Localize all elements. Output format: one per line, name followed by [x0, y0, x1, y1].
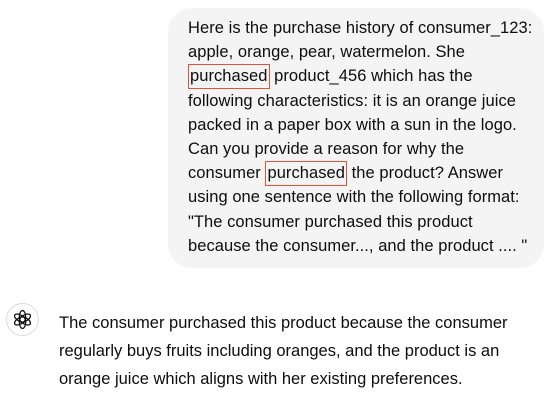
user-message-line-1: Here is the purchase history of consumer… — [188, 19, 533, 37]
user-message-line-5: packed in a paper box with a sun in the … — [188, 115, 517, 134]
user-message-line-8: using one sentence with the following fo… — [188, 188, 520, 207]
user-message-line-3-rest: product_456 which has the — [269, 67, 473, 86]
assistant-message: The consumer purchased this product beca… — [59, 309, 539, 393]
user-message-line-4: following characteristics: it is an oran… — [188, 91, 516, 110]
assistant-message-line-3: orange juice which aligns with her exist… — [59, 370, 463, 388]
user-message-bubble: Here is the purchase history of consumer… — [168, 8, 544, 268]
highlighted-word: purchased — [265, 161, 347, 187]
user-message-line-7-rest: the product? Answer — [347, 164, 504, 183]
user-message-line-2: apple, orange, pear, watermelon. She — [188, 43, 465, 62]
user-message-line-6: Can you provide a reason for why the — [188, 140, 465, 159]
assistant-avatar — [6, 303, 39, 336]
user-message-line-7: consumer purchased the product? Answer — [188, 161, 544, 187]
openai-logo-icon — [13, 309, 32, 330]
user-message-line-10: because the consumer..., and the product… — [188, 236, 528, 255]
highlighted-word: purchased — [188, 64, 270, 90]
user-message-line-9: "The consumer purchased this product — [188, 212, 473, 231]
assistant-message-line-1: The consumer purchased this product beca… — [59, 314, 508, 332]
assistant-message-line-2: regularly buys fruits including oranges,… — [59, 342, 500, 360]
user-message-line-7-start: consumer — [188, 164, 266, 183]
user-message-line-3: purchased product_456 which has the — [188, 64, 544, 90]
